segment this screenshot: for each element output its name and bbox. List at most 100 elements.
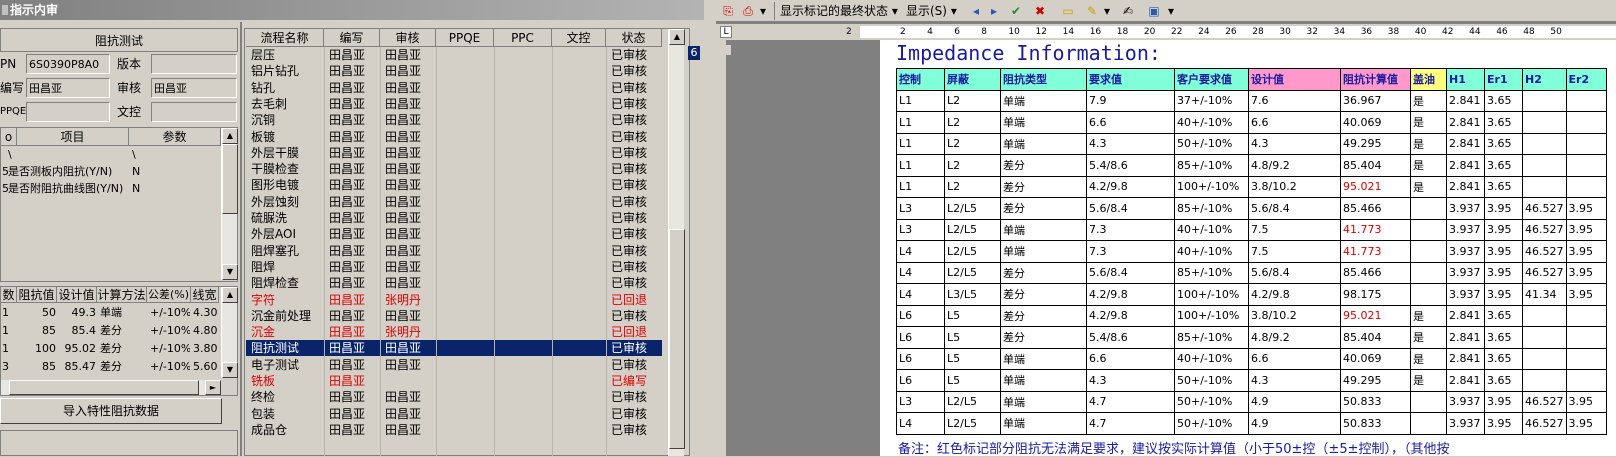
item-row-item[interactable]: 是否附阻抗曲线图(Y/N) (8, 180, 132, 197)
pdf-export-icon[interactable]: ⎙ (740, 3, 756, 19)
impedance-cell[interactable] (1410, 283, 1447, 306)
impedance-cell[interactable]: 100+/-10% (1174, 304, 1249, 327)
impedance-cell[interactable]: 41.773 (1340, 240, 1411, 263)
impedance-cell[interactable]: 98.175 (1340, 283, 1411, 306)
impedance-cell[interactable]: 是 (1410, 132, 1447, 155)
impedance-cell[interactable]: L1 (896, 175, 945, 198)
imp-header-linewidth[interactable]: 线宽 (191, 287, 219, 303)
impedance-cell[interactable]: 40+/-10% (1174, 111, 1249, 134)
impedance-cell[interactable]: 6.6 (1086, 347, 1175, 370)
process-row[interactable]: 板镀 田昌亚 田昌亚 已审核 (246, 129, 662, 145)
impedance-grid-cell[interactable]: 1 (2, 322, 16, 339)
impedance-cell[interactable]: 40.069 (1340, 347, 1411, 370)
impedance-cell[interactable]: 40+/-10% (1174, 347, 1249, 370)
scroll-thumb[interactable] (669, 229, 685, 449)
scroll-down-icon[interactable]: ▼ (222, 264, 238, 280)
impedance-cell[interactable]: 3.937 (1446, 261, 1485, 284)
process-row[interactable]: 铝片钻孔 田昌亚 田昌亚 已审核 (246, 63, 662, 79)
impedance-cell[interactable] (1410, 412, 1447, 435)
impedance-cell[interactable]: 是 (1410, 175, 1447, 198)
impedance-cell[interactable] (1410, 240, 1447, 263)
process-row[interactable]: 包装 田昌亚 田昌亚 已审核 (246, 406, 662, 422)
hscroll-thumb[interactable] (9, 380, 199, 395)
impedance-cell[interactable] (1410, 197, 1447, 220)
track-changes-icon[interactable]: ✍ (1120, 3, 1136, 19)
impedance-cell[interactable] (1410, 218, 1447, 241)
impedance-cell[interactable]: 41.34 (1522, 283, 1567, 306)
impedance-cell[interactable]: 5.6/8.4 (1248, 197, 1341, 220)
impedance-cell[interactable]: 3.95 (1484, 390, 1523, 413)
process-row[interactable]: 干膜检查 田昌亚 田昌亚 已审核 (246, 161, 662, 177)
impedance-cell[interactable]: 3.95 (1484, 283, 1523, 306)
impedance-cell[interactable]: L3/L5 (944, 283, 1001, 306)
impedance-cell[interactable]: L2/L5 (944, 390, 1001, 413)
impedance-cell[interactable]: 4.2/9.8 (1248, 283, 1341, 306)
impedance-cell[interactable]: 3.95 (1484, 412, 1523, 435)
impedance-cell[interactable]: L6 (896, 326, 945, 349)
impedance-cell[interactable]: 37+/-10% (1174, 89, 1249, 112)
impedance-cell[interactable] (1565, 132, 1607, 155)
impedance-cell[interactable]: L6 (896, 347, 945, 370)
item-row-item[interactable]: \ (8, 146, 128, 163)
impedance-cell[interactable] (1522, 89, 1567, 112)
impedance-grid-cell[interactable]: 1 (2, 340, 16, 357)
impedance-cell[interactable]: 4.3 (1248, 132, 1341, 155)
impedance-cell[interactable]: L6 (896, 304, 945, 327)
impedance-cell[interactable]: L1 (896, 89, 945, 112)
impedance-cell[interactable]: 3.95 (1565, 390, 1607, 413)
impedance-cell[interactable]: 2.841 (1446, 111, 1485, 134)
impedance-cell[interactable]: 差分 (1000, 304, 1087, 327)
next-change-icon[interactable]: ▸ (986, 3, 1002, 19)
impedance-cell[interactable]: 是 (1410, 111, 1447, 134)
impedance-cell[interactable]: 差分 (1000, 261, 1087, 284)
impedance-grid-cell[interactable]: +/-10% (150, 358, 190, 375)
imp-header-count[interactable]: 数 (1, 287, 17, 303)
imp-hscrollbar[interactable]: ► (1, 380, 221, 395)
impedance-cell[interactable]: 36.967 (1340, 89, 1411, 112)
impedance-cell[interactable]: 是 (1410, 304, 1447, 327)
impedance-cell[interactable]: 7.3 (1086, 240, 1175, 263)
impedance-cell[interactable] (1565, 89, 1607, 112)
impedance-cell[interactable] (1565, 154, 1607, 177)
impedance-cell[interactable]: 单端 (1000, 240, 1087, 263)
tab-selector-icon[interactable]: L (720, 26, 732, 38)
impedance-grid-cell[interactable]: 3 (2, 358, 16, 375)
splitter[interactable] (240, 22, 242, 456)
impedance-grid-cell[interactable]: 差分 (100, 340, 146, 357)
impedance-cell[interactable] (1522, 304, 1567, 327)
impedance-grid-cell[interactable]: 差分 (100, 358, 146, 375)
markup-view-dropdown[interactable]: 显示标记的最终状态 ▾ (780, 3, 898, 19)
item-row-param[interactable]: N (132, 180, 220, 197)
impedance-cell[interactable]: 3.95 (1565, 218, 1607, 241)
impedance-cell[interactable]: L2 (944, 132, 1001, 155)
impedance-cell[interactable]: 50+/-10% (1174, 369, 1249, 392)
process-scrollbar[interactable]: ▲ (668, 29, 685, 456)
impedance-cell[interactable]: 单端 (1000, 390, 1087, 413)
process-header-6[interactable]: 状态 (606, 29, 662, 47)
impedance-cell[interactable]: 4.3 (1248, 369, 1341, 392)
impedance-cell[interactable]: 95.021 (1340, 304, 1411, 327)
impedance-cell[interactable]: 差分 (1000, 175, 1087, 198)
impedance-grid-cell[interactable]: 85.4 (58, 322, 97, 339)
highlight-icon[interactable]: ✎ (1084, 3, 1100, 19)
show-menu[interactable]: 显示(S) ▾ (906, 3, 957, 19)
process-row[interactable]: 沉金 田昌亚 张明丹 已回退 (246, 324, 662, 340)
process-row[interactable]: 成品仓 田昌亚 田昌亚 已审核 (246, 422, 662, 438)
impedance-cell[interactable]: 差分 (1000, 283, 1087, 306)
impedance-cell[interactable]: 3.937 (1446, 390, 1485, 413)
impedance-cell[interactable]: L3 (896, 197, 945, 220)
scroll-right-icon[interactable]: ► (205, 380, 221, 395)
impedance-cell[interactable]: 3.937 (1446, 218, 1485, 241)
impedance-cell[interactable]: L1 (896, 154, 945, 177)
impedance-cell[interactable]: L2/L5 (944, 261, 1001, 284)
impedance-cell[interactable]: 5.4/8.6 (1086, 154, 1175, 177)
impedance-cell[interactable]: 85+/-10% (1174, 154, 1249, 177)
scroll-down-icon[interactable]: ▼ (222, 362, 238, 378)
impedance-grid-cell[interactable]: 4.80 (193, 322, 219, 339)
process-row[interactable]: 阻焊 田昌亚 田昌亚 已审核 (246, 259, 662, 275)
impedance-cell[interactable]: 3.8/10.2 (1248, 175, 1341, 198)
impedance-cell[interactable]: 100+/-10% (1174, 283, 1249, 306)
impedance-cell[interactable]: 2.841 (1446, 369, 1485, 392)
impedance-cell[interactable]: 4.3 (1086, 132, 1175, 155)
impedance-cell[interactable]: 85+/-10% (1174, 261, 1249, 284)
